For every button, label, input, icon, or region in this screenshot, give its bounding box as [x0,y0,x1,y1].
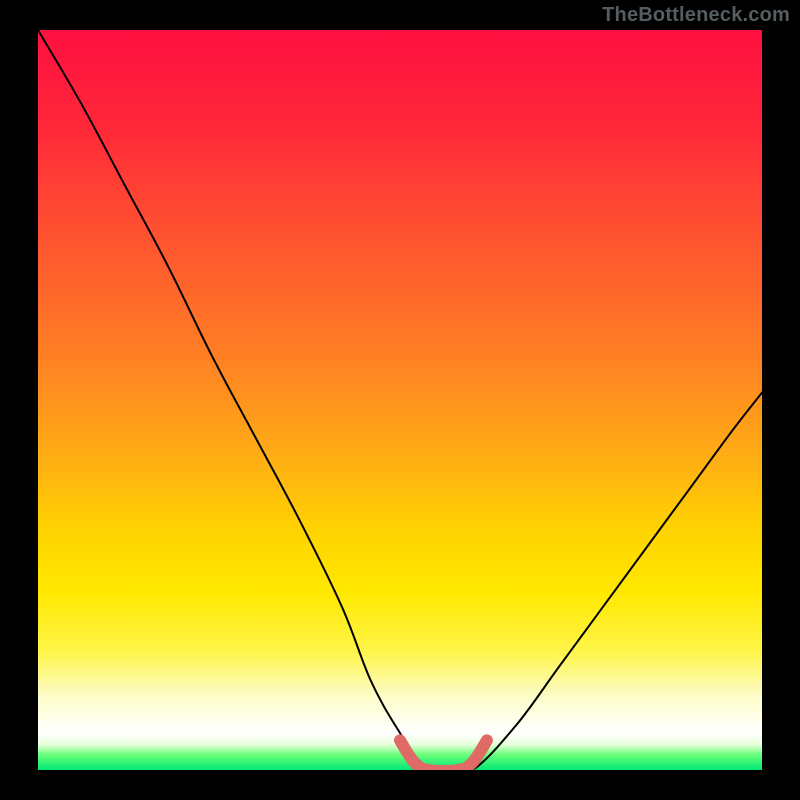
watermark-text: TheBottleneck.com [602,4,790,27]
flat-minimum-marker-path [400,740,487,770]
bottleneck-curve-path [38,30,762,770]
chart-frame: TheBottleneck.com [0,0,800,800]
curve-layer [38,30,762,770]
plot-area [38,30,762,770]
